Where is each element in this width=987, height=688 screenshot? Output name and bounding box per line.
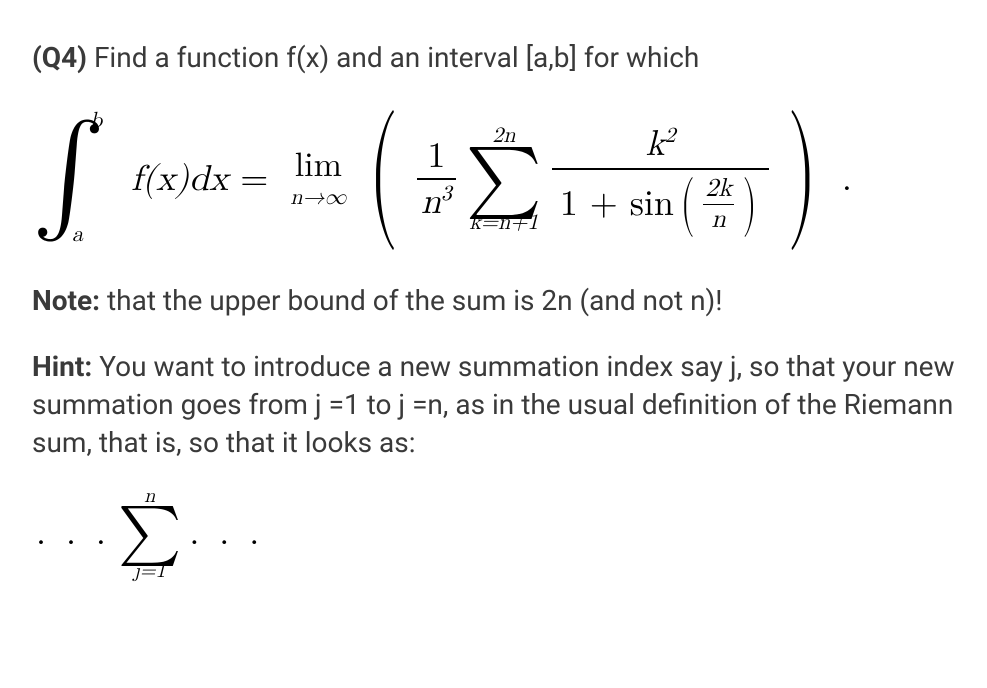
big-paren-left: ( [369, 110, 399, 236]
integral-upper-bound: b [90, 108, 102, 134]
sum-lower: k=n+1 [469, 212, 538, 234]
inner-paren-right: ) [743, 177, 757, 231]
summand-num: k2 [638, 126, 684, 168]
question-heading: (Q4) Find a function f(x) and an interva… [32, 40, 955, 76]
frac-den: n3 [417, 180, 456, 220]
integral-sign: ∫ [32, 120, 105, 230]
note-block: Note: that the upper bound of the sum is… [32, 282, 955, 320]
note-label: Note: [32, 284, 100, 317]
question-label: (Q4) [32, 41, 87, 74]
big-paren-right: ) [788, 110, 818, 236]
summand-den: 1 + sin ( 2k n ) [552, 170, 770, 233]
sin-arg-fraction: 2k n [703, 176, 734, 233]
one-over-n-cubed: 1 n3 [417, 138, 456, 220]
hint-text: You want to introduce a new summation in… [32, 350, 955, 459]
summation: 2n ∑ k=n+1 [466, 125, 542, 234]
main-formula: ∫ b a f(x)dx = lim n→∞ ( 1 n3 [32, 104, 955, 254]
inner-paren-left: ( [681, 177, 695, 231]
riemann-sum-template: . . . n ∑ j=1 . . . [36, 486, 955, 581]
hint-block: Hint: You want to introduce a new summat… [32, 348, 955, 461]
summation-j: n ∑ j=1 [118, 486, 181, 581]
limit: lim n→∞ [290, 149, 346, 209]
sigma-sign-2: ∑ [118, 508, 181, 559]
limit-text: lim [295, 149, 342, 183]
limit-sub: n→∞ [290, 187, 346, 209]
page: (Q4) Find a function f(x) and an interva… [0, 0, 987, 688]
question-prompt: Find a function f(x) and an interval [a,… [94, 41, 699, 74]
period: . [842, 158, 852, 201]
summand-fraction: k2 1 + sin ( 2k n ) [552, 126, 770, 233]
dots-left: . . . [36, 512, 110, 555]
dots-right: . . . [189, 512, 263, 555]
hint-label: Hint: [32, 350, 92, 383]
note-text: that the upper bound of the sum is 2n (a… [107, 284, 723, 317]
integral: ∫ b a [32, 104, 105, 254]
sigma-sign: ∑ [466, 149, 542, 210]
equals-sign: = [240, 158, 268, 201]
sumj-lower: j=1 [134, 561, 166, 581]
integrand: f(x)dx [131, 158, 228, 201]
frac-num: 1 [423, 138, 449, 178]
integral-lower-bound: a [72, 222, 83, 248]
